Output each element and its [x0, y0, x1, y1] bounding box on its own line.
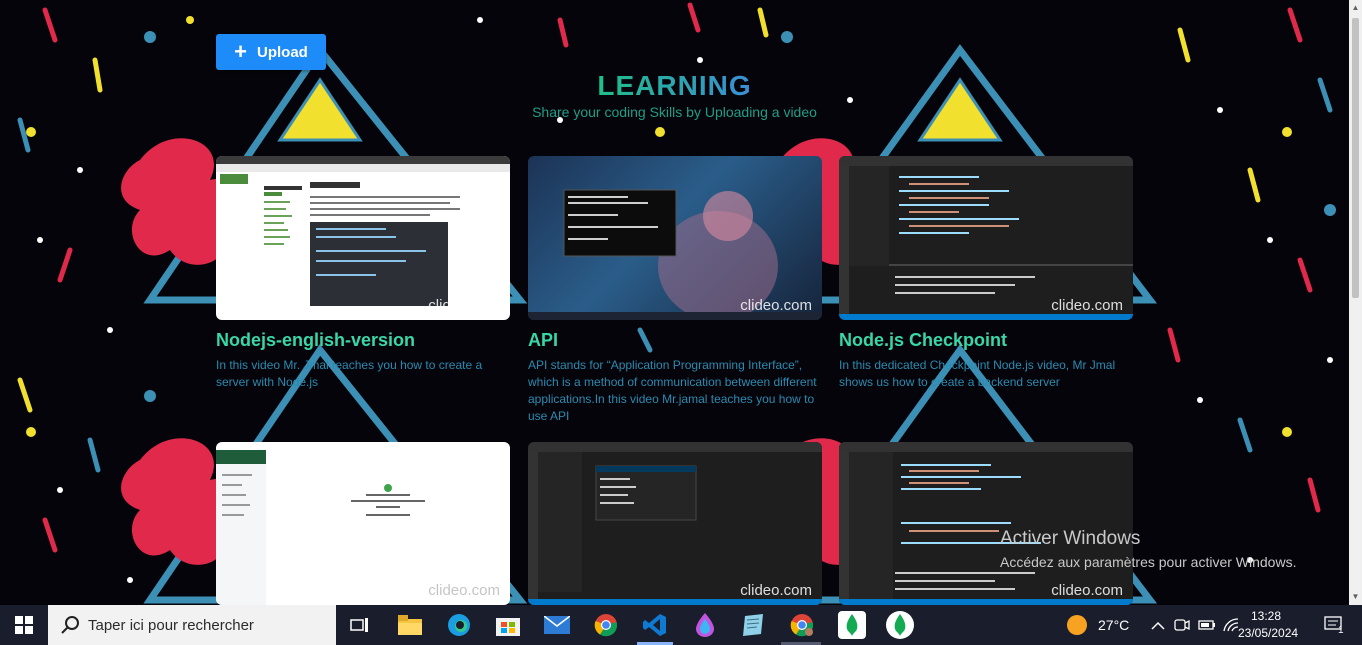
store-icon[interactable] [494, 611, 522, 639]
mail-icon[interactable] [543, 611, 571, 639]
mongodb-icon[interactable] [886, 611, 914, 639]
video-thumbnail[interactable]: clideo.com [839, 442, 1133, 605]
page-subtitle: Share your coding Skills by Uploading a … [532, 104, 817, 120]
video-description: In this dedicated Checkpoint Node.js vid… [839, 358, 1116, 389]
notification-center-icon[interactable]: 1 [1324, 605, 1344, 645]
clock-date: 23/05/2024 [1238, 626, 1299, 640]
video-card[interactable]: clideo.com API API stands for “Applicati… [528, 156, 822, 425]
scrollbar-thumb[interactable] [1352, 18, 1359, 298]
activation-title: Activer Windows [1000, 528, 1141, 549]
meet-now-icon[interactable] [1174, 605, 1190, 645]
taskbar-clock[interactable]: 13:28 23/05/2024 [1238, 608, 1299, 642]
paint3d-icon[interactable] [691, 611, 719, 639]
video-title[interactable]: API [528, 330, 822, 351]
show-hidden-icons-chevron-icon[interactable] [1150, 605, 1166, 645]
edge-icon[interactable] [445, 611, 473, 639]
search-icon [61, 616, 79, 634]
upload-button-label: Upload [257, 43, 308, 61]
battery-icon[interactable] [1198, 605, 1216, 645]
video-thumbnail[interactable]: clideo.com [839, 156, 1133, 320]
watermark-text: clideo.com [1051, 297, 1123, 314]
weather-widget[interactable]: 27°C [1066, 605, 1129, 645]
watermark-text: clideo.com [428, 582, 500, 599]
video-description: API stands for “Application Programming … [528, 358, 817, 423]
page-title: LEARNING [597, 70, 752, 101]
mongodb-compass-icon[interactable] [838, 611, 866, 639]
vscode-icon[interactable] [641, 611, 669, 639]
chrome-profile-icon[interactable] [788, 611, 816, 639]
video-card[interactable]: clideo.com [839, 442, 1133, 605]
task-view-icon[interactable] [346, 611, 374, 639]
video-thumbnail[interactable]: clideo.com [528, 156, 822, 320]
taskbar: Taper ici pour rechercher 27°C 13:28 23/… [0, 605, 1362, 645]
file-explorer-icon[interactable] [396, 611, 424, 639]
watermark-text: clideo.com [740, 582, 812, 599]
windows-activation-notice: Activer Windows Accédez aux paramètres p… [1000, 528, 1296, 570]
video-title[interactable]: Nodejs-english-version [216, 330, 510, 351]
chrome-icon[interactable] [592, 611, 620, 639]
notepad-icon[interactable] [739, 611, 767, 639]
scroll-up-arrow-icon[interactable]: ▲ [1351, 3, 1360, 12]
clock-time: 13:28 [1250, 609, 1282, 623]
activation-subtitle: Accédez aux paramètres pour activer Wind… [1000, 554, 1297, 570]
video-thumbnail[interactable]: clideo.com [528, 442, 822, 605]
watermark-text: clideo.com [740, 297, 812, 314]
sun-icon [1067, 615, 1087, 635]
video-card[interactable]: clideo.com Nodejs-english-version In thi… [216, 156, 510, 391]
watermark-text: clideo.com [428, 297, 500, 314]
video-card[interactable]: clideo.com Node.js Checkpoint In this de… [839, 156, 1133, 391]
upload-button[interactable]: + Upload [216, 34, 326, 70]
video-description: In this video Mr. Jmal teaches you how t… [216, 358, 483, 389]
video-card[interactable]: clideo.com [216, 442, 510, 605]
video-card[interactable]: clideo.com [528, 442, 822, 605]
plus-icon: + [234, 39, 247, 64]
taskbar-search-box[interactable]: Taper ici pour rechercher [48, 605, 336, 645]
weather-temperature: 27°C [1098, 617, 1130, 633]
scroll-down-arrow-icon[interactable]: ▼ [1351, 592, 1360, 601]
video-title[interactable]: Node.js Checkpoint [839, 330, 1133, 351]
windows-start-icon[interactable] [0, 605, 48, 645]
watermark-text: clideo.com [1051, 582, 1123, 599]
search-placeholder: Taper ici pour rechercher [88, 616, 254, 634]
video-thumbnail[interactable]: clideo.com [216, 442, 510, 605]
notification-count: 1 [1338, 624, 1344, 636]
video-thumbnail[interactable]: clideo.com [216, 156, 510, 320]
page-scrollbar[interactable]: ▲ ▼ [1349, 0, 1362, 605]
